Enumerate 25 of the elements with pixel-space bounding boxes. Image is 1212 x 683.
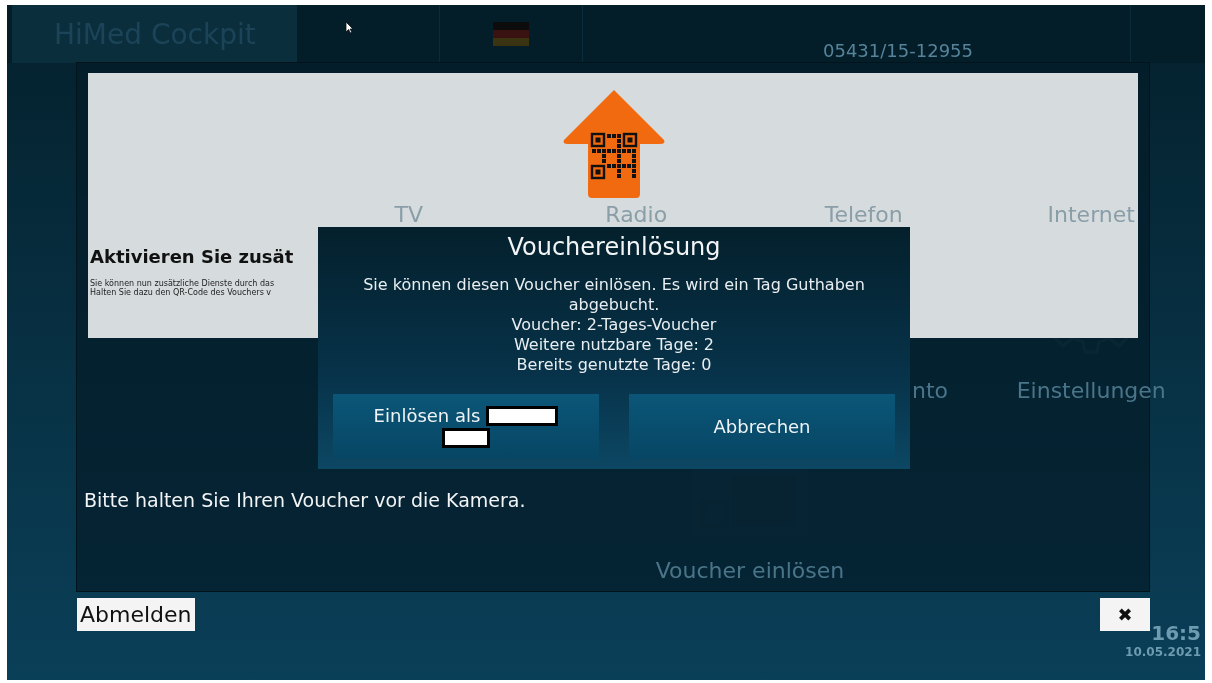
instruction-text: Bitte halten Sie Ihren Voucher vor die Kamera. xyxy=(84,489,527,511)
clock-time: 16:5 xyxy=(1151,621,1201,645)
tile-label: TV xyxy=(394,202,423,227)
dialog-message: Bereits genutzte Tage: 0 xyxy=(515,355,713,375)
dialog-message: Voucher: 2-Tages-Voucher xyxy=(510,315,718,335)
phone-number: 05431/15-12955 xyxy=(823,40,973,61)
dialog-message: Sie können diesen Voucher einlösen. Es wird ein Tag Guthaben abgebucht. xyxy=(362,275,866,315)
logout-button[interactable]: Abmelden xyxy=(77,598,195,631)
tile-label: Internet xyxy=(1047,202,1135,227)
info-text: Sie können nun zusätzliche Dienste durch das xyxy=(90,279,275,288)
clock-date: 10.05.2021 xyxy=(1125,645,1201,659)
flag-icon xyxy=(493,22,529,46)
redaction-box xyxy=(442,428,490,448)
dialog-title: Vouchereinlösung xyxy=(507,233,721,261)
info-heading: Aktivieren Sie zusät xyxy=(90,246,294,267)
tile-label: Radio xyxy=(605,202,668,227)
cancel-button[interactable]: Abbrechen xyxy=(629,394,895,459)
tile-label: Telefon xyxy=(824,202,903,227)
dialog-message: Weitere nutzbare Tage: 2 xyxy=(512,335,716,355)
mouse-cursor-icon xyxy=(345,21,354,34)
tile-label: Voucher einlösen xyxy=(655,558,845,583)
redeem-button[interactable]: Einlösen als xyxy=(333,394,599,459)
tile-label: Einstellungen xyxy=(1016,378,1166,403)
info-text: Halten Sie dazu den QR-Code des Vouchers v xyxy=(90,288,272,297)
close-button[interactable]: ✖ xyxy=(1100,598,1150,631)
